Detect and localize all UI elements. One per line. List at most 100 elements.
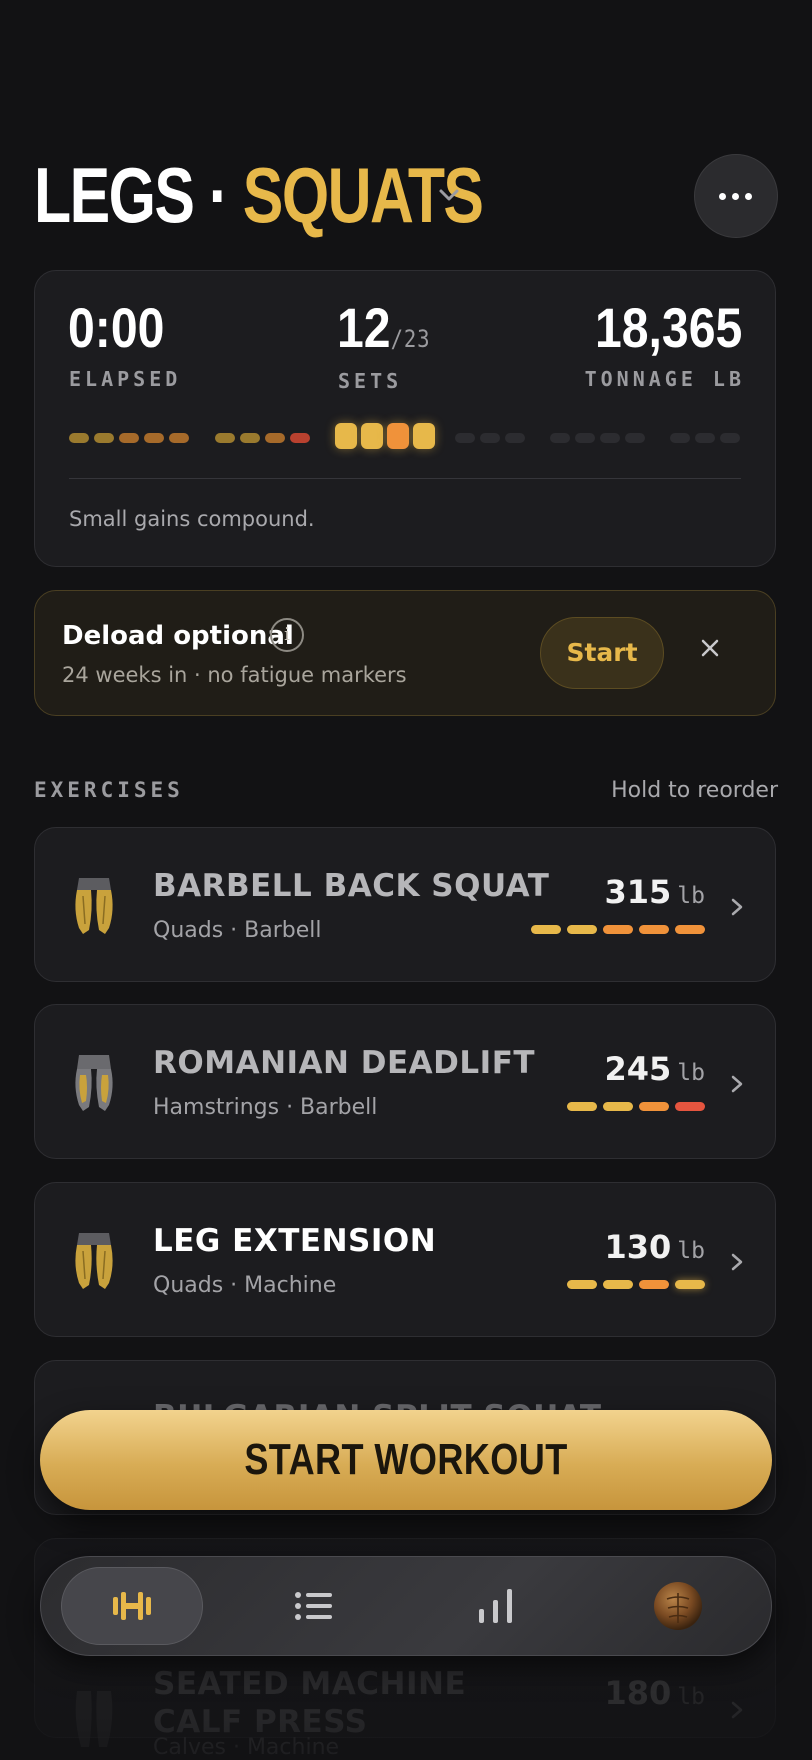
more-horizontal-icon	[719, 193, 726, 200]
set-segment	[94, 433, 114, 443]
weight-unit: lb	[677, 1238, 705, 1264]
set-segment-current	[361, 423, 383, 449]
weight-value: 130	[604, 1228, 672, 1266]
motivational-text: Small gains compound.	[69, 507, 315, 531]
session-stats-card: 0:00 ELAPSED 12/23 SETS 18,365 TONNAGE L…	[34, 270, 776, 567]
sets-total: /23	[390, 325, 431, 353]
set-segment-empty	[480, 433, 500, 443]
set-segment	[240, 433, 260, 443]
weight-value: 180	[604, 1674, 672, 1712]
set-bar	[675, 1102, 705, 1111]
profile-avatar	[654, 1582, 702, 1630]
exercise-weight: 180 lb	[605, 1674, 706, 1712]
elapsed-value: 0:00	[68, 296, 165, 359]
set-bar	[639, 925, 669, 934]
set-bar-current	[675, 1280, 705, 1289]
workout-title[interactable]: LEGS · SQUATS	[34, 150, 484, 240]
nav-item-stats[interactable]	[425, 1567, 567, 1645]
more-options-button[interactable]	[694, 154, 778, 238]
set-bar	[567, 1280, 597, 1289]
bar-chart-icon	[479, 1589, 512, 1623]
set-intensity-bars	[525, 925, 705, 935]
set-segment-empty	[550, 433, 570, 443]
weight-unit: lb	[677, 1684, 705, 1710]
set-progress-track	[69, 423, 741, 453]
exercise-name: ROMANIAN DEADLIFT	[153, 1045, 536, 1081]
exercise-card[interactable]: BARBELL BACK SQUAT Quads · Barbell 315 lb	[34, 827, 776, 982]
weight-unit: lb	[677, 1060, 705, 1086]
set-bar	[603, 1102, 633, 1111]
set-bar	[603, 925, 633, 934]
stats-divider	[69, 478, 741, 479]
exercise-name: BARBELL BACK SQUAT	[153, 868, 550, 904]
exercise-card[interactable]: LEG EXTENSION Quads · Machine 130 lb	[34, 1182, 776, 1337]
set-bar	[567, 1102, 597, 1111]
set-segment-current	[335, 423, 357, 449]
deload-banner: Deload optional i 24 weeks in · no fatig…	[34, 590, 776, 716]
list-icon	[295, 1592, 332, 1620]
sets-label: SETS	[338, 369, 403, 393]
set-segment	[144, 433, 164, 443]
start-workout-button[interactable]: START WORKOUT	[40, 1410, 772, 1510]
exercise-name: SEATED MACHINE CALF PRESS	[153, 1666, 467, 1740]
set-segment-empty	[505, 433, 525, 443]
more-dot	[732, 193, 739, 200]
chevron-down-icon[interactable]	[434, 180, 464, 210]
chevron-right-icon	[731, 1701, 743, 1719]
weight-value: 315	[604, 873, 672, 911]
dumbbell-icon	[113, 1592, 151, 1620]
deload-subtitle: 24 weeks in · no fatigue markers	[62, 663, 407, 687]
set-segment	[169, 433, 189, 443]
deload-start-button[interactable]: Start	[540, 617, 664, 689]
tonnage-value: 18,365	[594, 296, 742, 359]
set-segment-empty	[575, 433, 595, 443]
quads-muscle-icon	[75, 1233, 113, 1289]
tonnage-label: TONNAGE LB	[584, 367, 745, 391]
bottom-navigation	[40, 1556, 772, 1656]
set-segment-empty	[455, 433, 475, 443]
set-segment-empty	[600, 433, 620, 443]
sets-done: 12	[337, 296, 391, 359]
exercise-meta: Hamstrings · Barbell	[153, 1095, 378, 1120]
nav-item-list[interactable]	[243, 1567, 385, 1645]
exercises-section-title: EXERCISES	[34, 778, 184, 802]
nav-item-profile[interactable]	[607, 1567, 749, 1645]
exercise-meta: Calves · Machine	[153, 1735, 340, 1760]
exercise-weight: 245 lb	[605, 1050, 706, 1088]
quads-muscle-icon	[75, 878, 113, 934]
exercise-name: LEG EXTENSION	[153, 1223, 437, 1259]
set-segment-empty	[695, 433, 715, 443]
set-segment-empty	[720, 433, 740, 443]
deload-title: Deload optional	[62, 621, 294, 651]
set-segment-empty	[625, 433, 645, 443]
set-segment	[290, 433, 310, 443]
info-icon[interactable]: i	[270, 618, 304, 652]
elapsed-label: ELAPSED	[69, 367, 182, 391]
close-icon[interactable]	[695, 633, 725, 663]
exercise-meta: Quads · Barbell	[153, 918, 322, 943]
set-bar	[639, 1102, 669, 1111]
exercise-card[interactable]: ROMANIAN DEADLIFT Hamstrings · Barbell 2…	[34, 1004, 776, 1159]
set-bar	[603, 1280, 633, 1289]
chevron-right-icon	[731, 898, 743, 916]
start-workout-label: START WORKOUT	[244, 1435, 568, 1484]
weight-value: 245	[604, 1050, 672, 1088]
weight-unit: lb	[677, 883, 705, 909]
exercise-weight: 130 lb	[605, 1228, 706, 1266]
set-intensity-bars	[561, 1280, 705, 1290]
reorder-hint: Hold to reorder	[611, 778, 778, 803]
workout-header: LEGS · SQUATS	[34, 150, 778, 240]
set-segment-current	[387, 423, 409, 449]
calves-muscle-icon	[75, 1691, 113, 1747]
chevron-right-icon	[731, 1075, 743, 1093]
set-intensity-bars	[561, 1102, 705, 1112]
exercise-weight: 315 lb	[605, 873, 706, 911]
set-segment	[265, 433, 285, 443]
set-bar	[531, 925, 561, 934]
set-bar	[675, 925, 705, 934]
title-separator: ·	[193, 151, 243, 239]
set-segment-empty	[670, 433, 690, 443]
more-dot	[745, 193, 752, 200]
nav-item-workout[interactable]	[61, 1567, 203, 1645]
set-segment	[215, 433, 235, 443]
